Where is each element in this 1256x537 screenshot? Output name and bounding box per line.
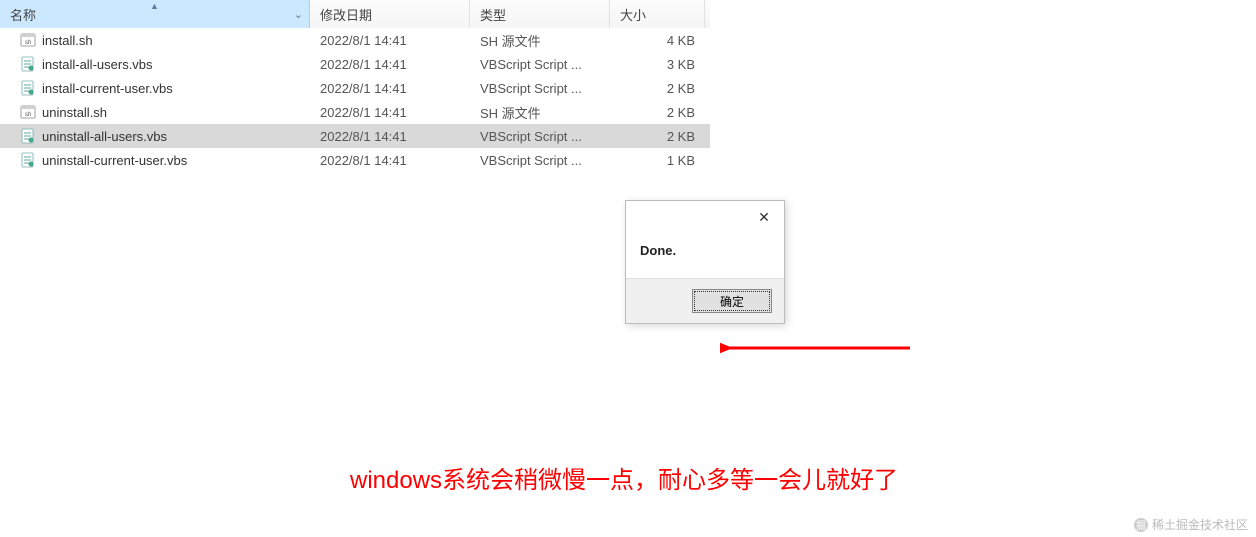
file-name-label: install.sh bbox=[42, 33, 93, 48]
file-name-label: uninstall-current-user.vbs bbox=[42, 153, 187, 168]
file-date-cell: 2022/8/1 14:41 bbox=[310, 105, 470, 120]
watermark-icon: 掘 bbox=[1134, 518, 1148, 532]
file-name-label: install-all-users.vbs bbox=[42, 57, 153, 72]
file-type-cell: VBScript Script ... bbox=[470, 153, 610, 168]
file-name-cell: uninstall-current-user.vbs bbox=[0, 152, 310, 168]
close-button[interactable]: ✕ bbox=[744, 201, 784, 233]
file-name-cell: sh uninstall.sh bbox=[0, 104, 310, 120]
dialog-message: Done. bbox=[626, 233, 784, 278]
file-size-cell: 1 KB bbox=[610, 153, 705, 168]
column-header-date[interactable]: 修改日期 bbox=[310, 0, 470, 28]
file-date-cell: 2022/8/1 14:41 bbox=[310, 57, 470, 72]
file-name-cell: sh install.sh bbox=[0, 32, 310, 48]
watermark: 掘 稀土掘金技术社区 bbox=[1134, 516, 1248, 533]
script-file-icon bbox=[20, 152, 36, 168]
svg-text:sh: sh bbox=[25, 112, 31, 118]
column-header-size[interactable]: 大小 bbox=[610, 0, 705, 28]
file-row[interactable]: install-current-user.vbs 2022/8/1 14:41VB… bbox=[0, 76, 710, 100]
ok-button[interactable]: 确定 bbox=[692, 289, 772, 313]
file-name-cell: install-current-user.vbs bbox=[0, 80, 310, 96]
file-name-cell: uninstall-all-users.vbs bbox=[0, 128, 310, 144]
file-rows-container: shinstall.sh2022/8/1 14:41SH 源文件4 KBinst… bbox=[0, 28, 710, 172]
file-row[interactable]: sh install.sh 2022/8/1 14:41SH 源文件4 KB bbox=[0, 28, 710, 52]
script-file-icon bbox=[20, 80, 36, 96]
file-type-cell: VBScript Script ... bbox=[470, 129, 610, 144]
file-size-cell: 2 KB bbox=[610, 81, 705, 96]
file-size-cell: 4 KB bbox=[610, 33, 705, 48]
file-type-cell: VBScript Script ... bbox=[470, 81, 610, 96]
file-row[interactable]: uninstall-current-user.vbs 2022/8/1 14:41… bbox=[0, 148, 710, 172]
script-file-icon bbox=[20, 128, 36, 144]
file-name-label: uninstall-all-users.vbs bbox=[42, 129, 167, 144]
annotation-arrow bbox=[720, 336, 920, 366]
column-label: 修改日期 bbox=[320, 5, 372, 24]
watermark-text: 稀土掘金技术社区 bbox=[1152, 516, 1248, 533]
column-label: 大小 bbox=[620, 5, 646, 24]
file-type-cell: VBScript Script ... bbox=[470, 57, 610, 72]
file-date-cell: 2022/8/1 14:41 bbox=[310, 81, 470, 96]
chevron-down-icon[interactable]: ⌄ bbox=[294, 8, 303, 21]
column-label: 类型 bbox=[480, 5, 506, 24]
close-icon: ✕ bbox=[758, 209, 770, 226]
column-header-name[interactable]: ▲ 名称 ⌄ bbox=[0, 0, 310, 28]
file-size-cell: 2 KB bbox=[610, 129, 705, 144]
file-date-cell: 2022/8/1 14:41 bbox=[310, 129, 470, 144]
file-type-cell: SH 源文件 bbox=[470, 103, 610, 122]
svg-text:sh: sh bbox=[25, 40, 31, 46]
file-name-label: uninstall.sh bbox=[42, 105, 107, 120]
file-row[interactable]: sh uninstall.sh 2022/8/1 14:41SH 源文件2 KB bbox=[0, 100, 710, 124]
file-name-cell: install-all-users.vbs bbox=[0, 56, 310, 72]
dialog-titlebar: ✕ bbox=[626, 201, 784, 233]
column-label: 名称 bbox=[10, 5, 36, 24]
file-row[interactable]: install-all-users.vbs 2022/8/1 14:41VBScr… bbox=[0, 52, 710, 76]
column-header-row: ▲ 名称 ⌄ 修改日期 类型 大小 bbox=[0, 0, 710, 28]
file-type-cell: SH 源文件 bbox=[470, 31, 610, 50]
column-header-type[interactable]: 类型 bbox=[470, 0, 610, 28]
file-date-cell: 2022/8/1 14:41 bbox=[310, 33, 470, 48]
file-explorer-list: ▲ 名称 ⌄ 修改日期 类型 大小 sh install.sh 2022/8/1 1… bbox=[0, 0, 710, 172]
script-file-icon bbox=[20, 56, 36, 72]
file-date-cell: 2022/8/1 14:41 bbox=[310, 153, 470, 168]
shell-file-icon: sh bbox=[20, 104, 36, 120]
dialog-footer: 确定 bbox=[626, 278, 784, 323]
annotation-caption: windows系统会稍微慢一点，耐心多等一会儿就好了 bbox=[350, 460, 898, 495]
file-size-cell: 3 KB bbox=[610, 57, 705, 72]
file-size-cell: 2 KB bbox=[610, 105, 705, 120]
file-row[interactable]: uninstall-all-users.vbs 2022/8/1 14:41VBS… bbox=[0, 124, 710, 148]
sort-ascending-icon: ▲ bbox=[150, 1, 159, 11]
file-name-label: install-current-user.vbs bbox=[42, 81, 173, 96]
message-dialog: ✕ Done. 确定 bbox=[625, 200, 785, 324]
shell-file-icon: sh bbox=[20, 32, 36, 48]
